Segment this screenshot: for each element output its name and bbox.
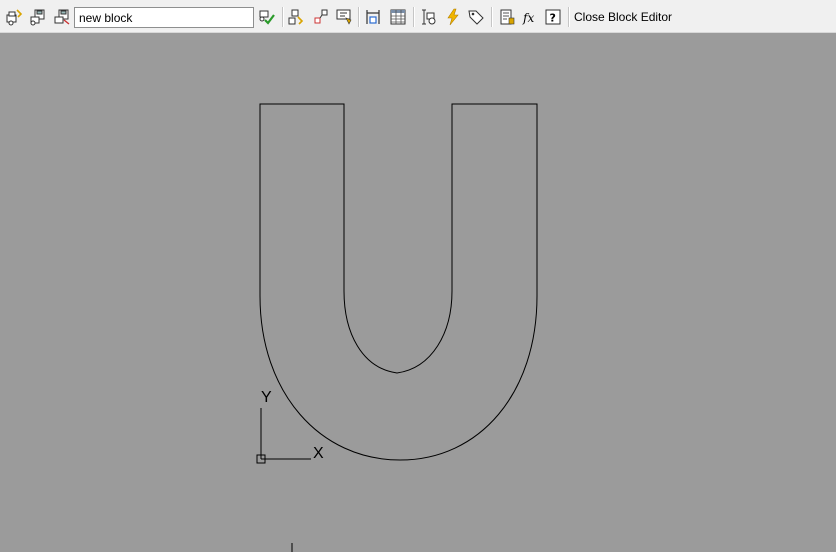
block-name-input[interactable] xyxy=(74,7,254,28)
action-bar-icon[interactable] xyxy=(443,7,463,27)
save-block-icon[interactable] xyxy=(28,7,48,27)
svg-text:fx: fx xyxy=(522,11,534,25)
parameter-icon[interactable] xyxy=(311,7,331,27)
constraint-icon[interactable] xyxy=(363,7,383,27)
block-editor-toolbar: fx ? Close Block Editor xyxy=(0,0,836,33)
action-icon[interactable] xyxy=(334,7,354,27)
ucs-x-label: X xyxy=(313,445,324,462)
function-icon[interactable]: fx xyxy=(520,7,540,27)
block-table-icon[interactable] xyxy=(388,7,408,27)
drawing-canvas[interactable]: Y X xyxy=(0,33,836,552)
validate-block-icon[interactable] xyxy=(257,7,277,27)
ucs-y-label: Y xyxy=(261,389,272,406)
toolbar-separator xyxy=(568,7,570,27)
edit-block-icon[interactable] xyxy=(4,7,24,27)
save-block-as-icon[interactable] xyxy=(52,7,72,27)
svg-text:?: ? xyxy=(550,12,556,25)
ucs-icon xyxy=(256,408,311,464)
help-icon[interactable]: ? xyxy=(543,7,563,27)
attribute-definition-icon[interactable] xyxy=(466,7,486,27)
toolbar-separator xyxy=(282,7,284,27)
authoring-palettes-icon[interactable] xyxy=(286,7,306,27)
parameters-manager-icon[interactable] xyxy=(497,7,517,27)
toolbar-separator xyxy=(413,7,415,27)
u-shape-outline xyxy=(259,103,538,461)
toolbar-separator xyxy=(491,7,493,27)
toolbar-separator xyxy=(358,7,360,27)
close-block-editor-button[interactable]: Close Block Editor xyxy=(574,10,672,24)
test-block-icon[interactable] xyxy=(419,7,439,27)
